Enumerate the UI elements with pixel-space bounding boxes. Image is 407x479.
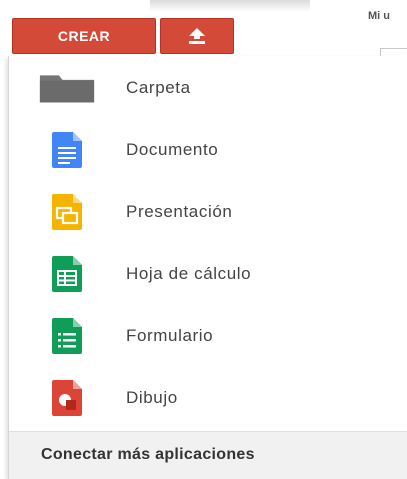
- connect-more-apps[interactable]: Conectar más aplicaciones: [9, 431, 407, 479]
- menu-item-label: Formulario: [126, 326, 214, 345]
- create-button[interactable]: CREAR: [12, 18, 156, 54]
- presentation-icon: [39, 194, 95, 230]
- spreadsheet-icon: [39, 256, 95, 292]
- form-icon: [39, 318, 95, 354]
- create-menu: Carpeta Documento Presentación Hoja de c…: [8, 56, 407, 479]
- document-icon: [39, 132, 95, 168]
- create-button-label: CREAR: [57, 28, 111, 44]
- menu-item-drawing[interactable]: Dibujo: [9, 367, 407, 429]
- upload-arrow-icon: [189, 28, 205, 44]
- drawing-icon: [39, 380, 95, 416]
- menu-item-label: Hoja de cálculo: [126, 264, 252, 283]
- menu-item-label: Carpeta: [126, 78, 191, 97]
- top-shadow: [150, 0, 310, 12]
- menu-item-spreadsheet[interactable]: Hoja de cálculo: [9, 243, 407, 305]
- menu-item-label: Dibujo: [126, 388, 178, 407]
- menu-item-label: Presentación: [126, 202, 233, 221]
- toolbar: CREAR Mi u: [0, 0, 407, 58]
- menu-item-folder[interactable]: Carpeta: [9, 57, 407, 119]
- connect-more-apps-label: Conectar más aplicaciones: [41, 446, 255, 463]
- menu-item-form[interactable]: Formulario: [9, 305, 407, 367]
- folder-icon: [39, 70, 95, 106]
- menu-item-presentation[interactable]: Presentación: [9, 181, 407, 243]
- my-drive-label: Mi u: [368, 10, 390, 22]
- menu-item-label: Documento: [126, 140, 219, 159]
- menu-item-document[interactable]: Documento: [9, 119, 407, 181]
- upload-button[interactable]: [160, 18, 234, 54]
